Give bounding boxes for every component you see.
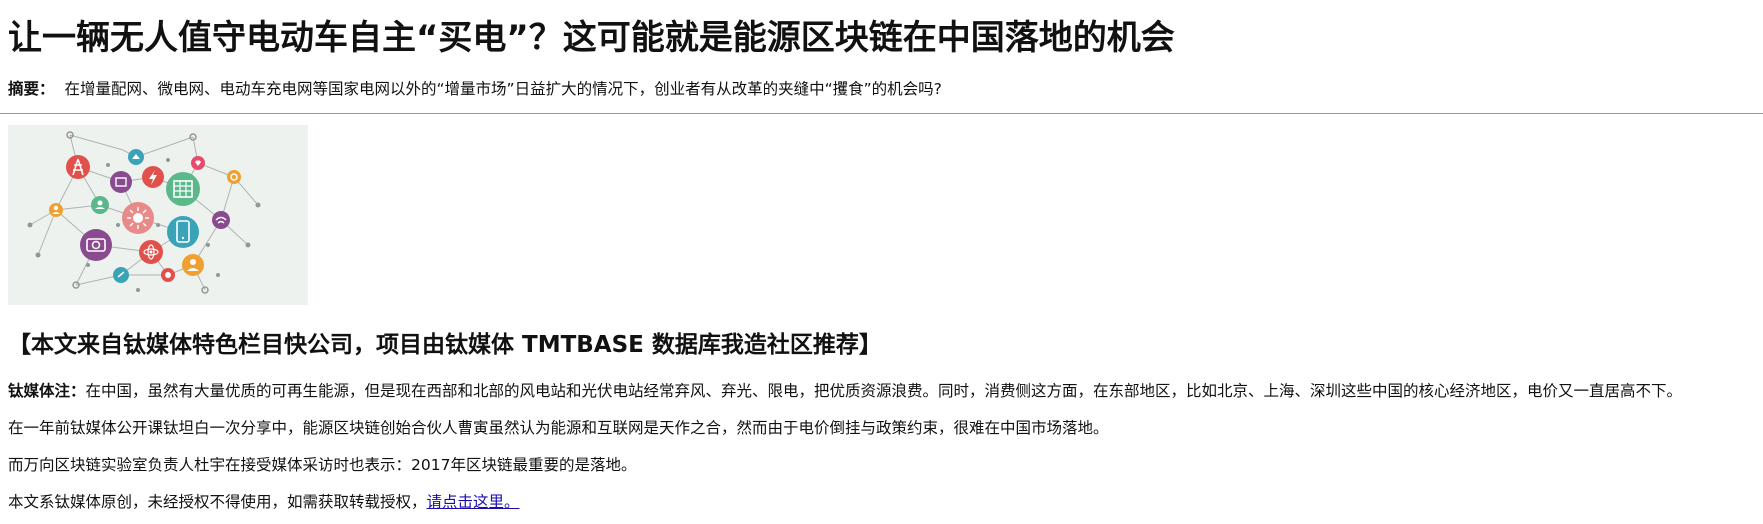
paragraph-editor-note: 钛媒体注：在中国，虽然有大量优质的可再生能源，但是现在西部和北部的风电站和光伏电… bbox=[8, 380, 1682, 402]
reprint-permission-link[interactable]: 请点击这里。 bbox=[427, 493, 520, 511]
wifi-icon bbox=[212, 211, 230, 229]
solar-panel-icon bbox=[166, 172, 200, 206]
lightning-icon bbox=[142, 166, 164, 188]
plug-icon bbox=[113, 267, 129, 283]
paragraph-text: 在中国，虽然有大量优质的可再生能源，但是现在西部和北部的风电站和光伏电站经常弃风… bbox=[85, 382, 1683, 400]
divider bbox=[0, 113, 1763, 114]
atom-icon bbox=[139, 240, 163, 264]
editor-note-label: 钛媒体注： bbox=[8, 382, 86, 400]
target-icon bbox=[161, 268, 175, 282]
leaf-icon bbox=[91, 196, 109, 214]
power-tower-icon bbox=[66, 155, 90, 179]
sun-icon bbox=[122, 202, 154, 234]
gear-icon bbox=[227, 170, 241, 184]
energy-network-illustration bbox=[27, 131, 261, 294]
paragraph: 而万向区块链实验室负责人杜宇在接受媒体采访时也表示：2017年区块链最重要的是落… bbox=[8, 456, 637, 474]
abstract-label: 摘要： bbox=[8, 80, 55, 98]
article-page: 让一辆无人值守电动车自主“买电”？这可能就是能源区块链在中国落地的机会 摘要： 在… bbox=[0, 0, 1763, 524]
person-icon bbox=[182, 254, 204, 276]
article-subheading: 【本文来自钛媒体特色栏目快公司，项目由钛媒体 TMTBASE 数据库我造社区推荐… bbox=[8, 332, 882, 358]
phone-icon bbox=[167, 216, 199, 248]
paragraph: 在一年前钛媒体公开课钛坦白一次分享中，能源区块链创始合伙人曹寅虽然认为能源和互联… bbox=[8, 419, 1109, 437]
building-icon bbox=[110, 171, 132, 193]
copyright-text: 本文系钛媒体原创，未经授权不得使用，如需获取转载授权， bbox=[8, 493, 427, 511]
hero-image bbox=[8, 125, 308, 305]
abstract-text: 在增量配网、微电网、电动车充电网等国家电网以外的“增量市场”日益扩大的情况下，创… bbox=[64, 80, 942, 98]
article-title: 让一辆无人值守电动车自主“买电”？这可能就是能源区块链在中国落地的机会 bbox=[8, 18, 1175, 58]
heart-icon bbox=[191, 156, 205, 170]
camera-icon bbox=[80, 229, 112, 261]
house-icon bbox=[128, 149, 144, 165]
copyright-notice: 本文系钛媒体原创，未经授权不得使用，如需获取转载授权，请点击这里。 bbox=[8, 491, 520, 513]
user-icon bbox=[49, 203, 63, 217]
article-abstract: 摘要： 在增量配网、微电网、电动车充电网等国家电网以外的“增量市场”日益扩大的情况… bbox=[8, 78, 942, 100]
